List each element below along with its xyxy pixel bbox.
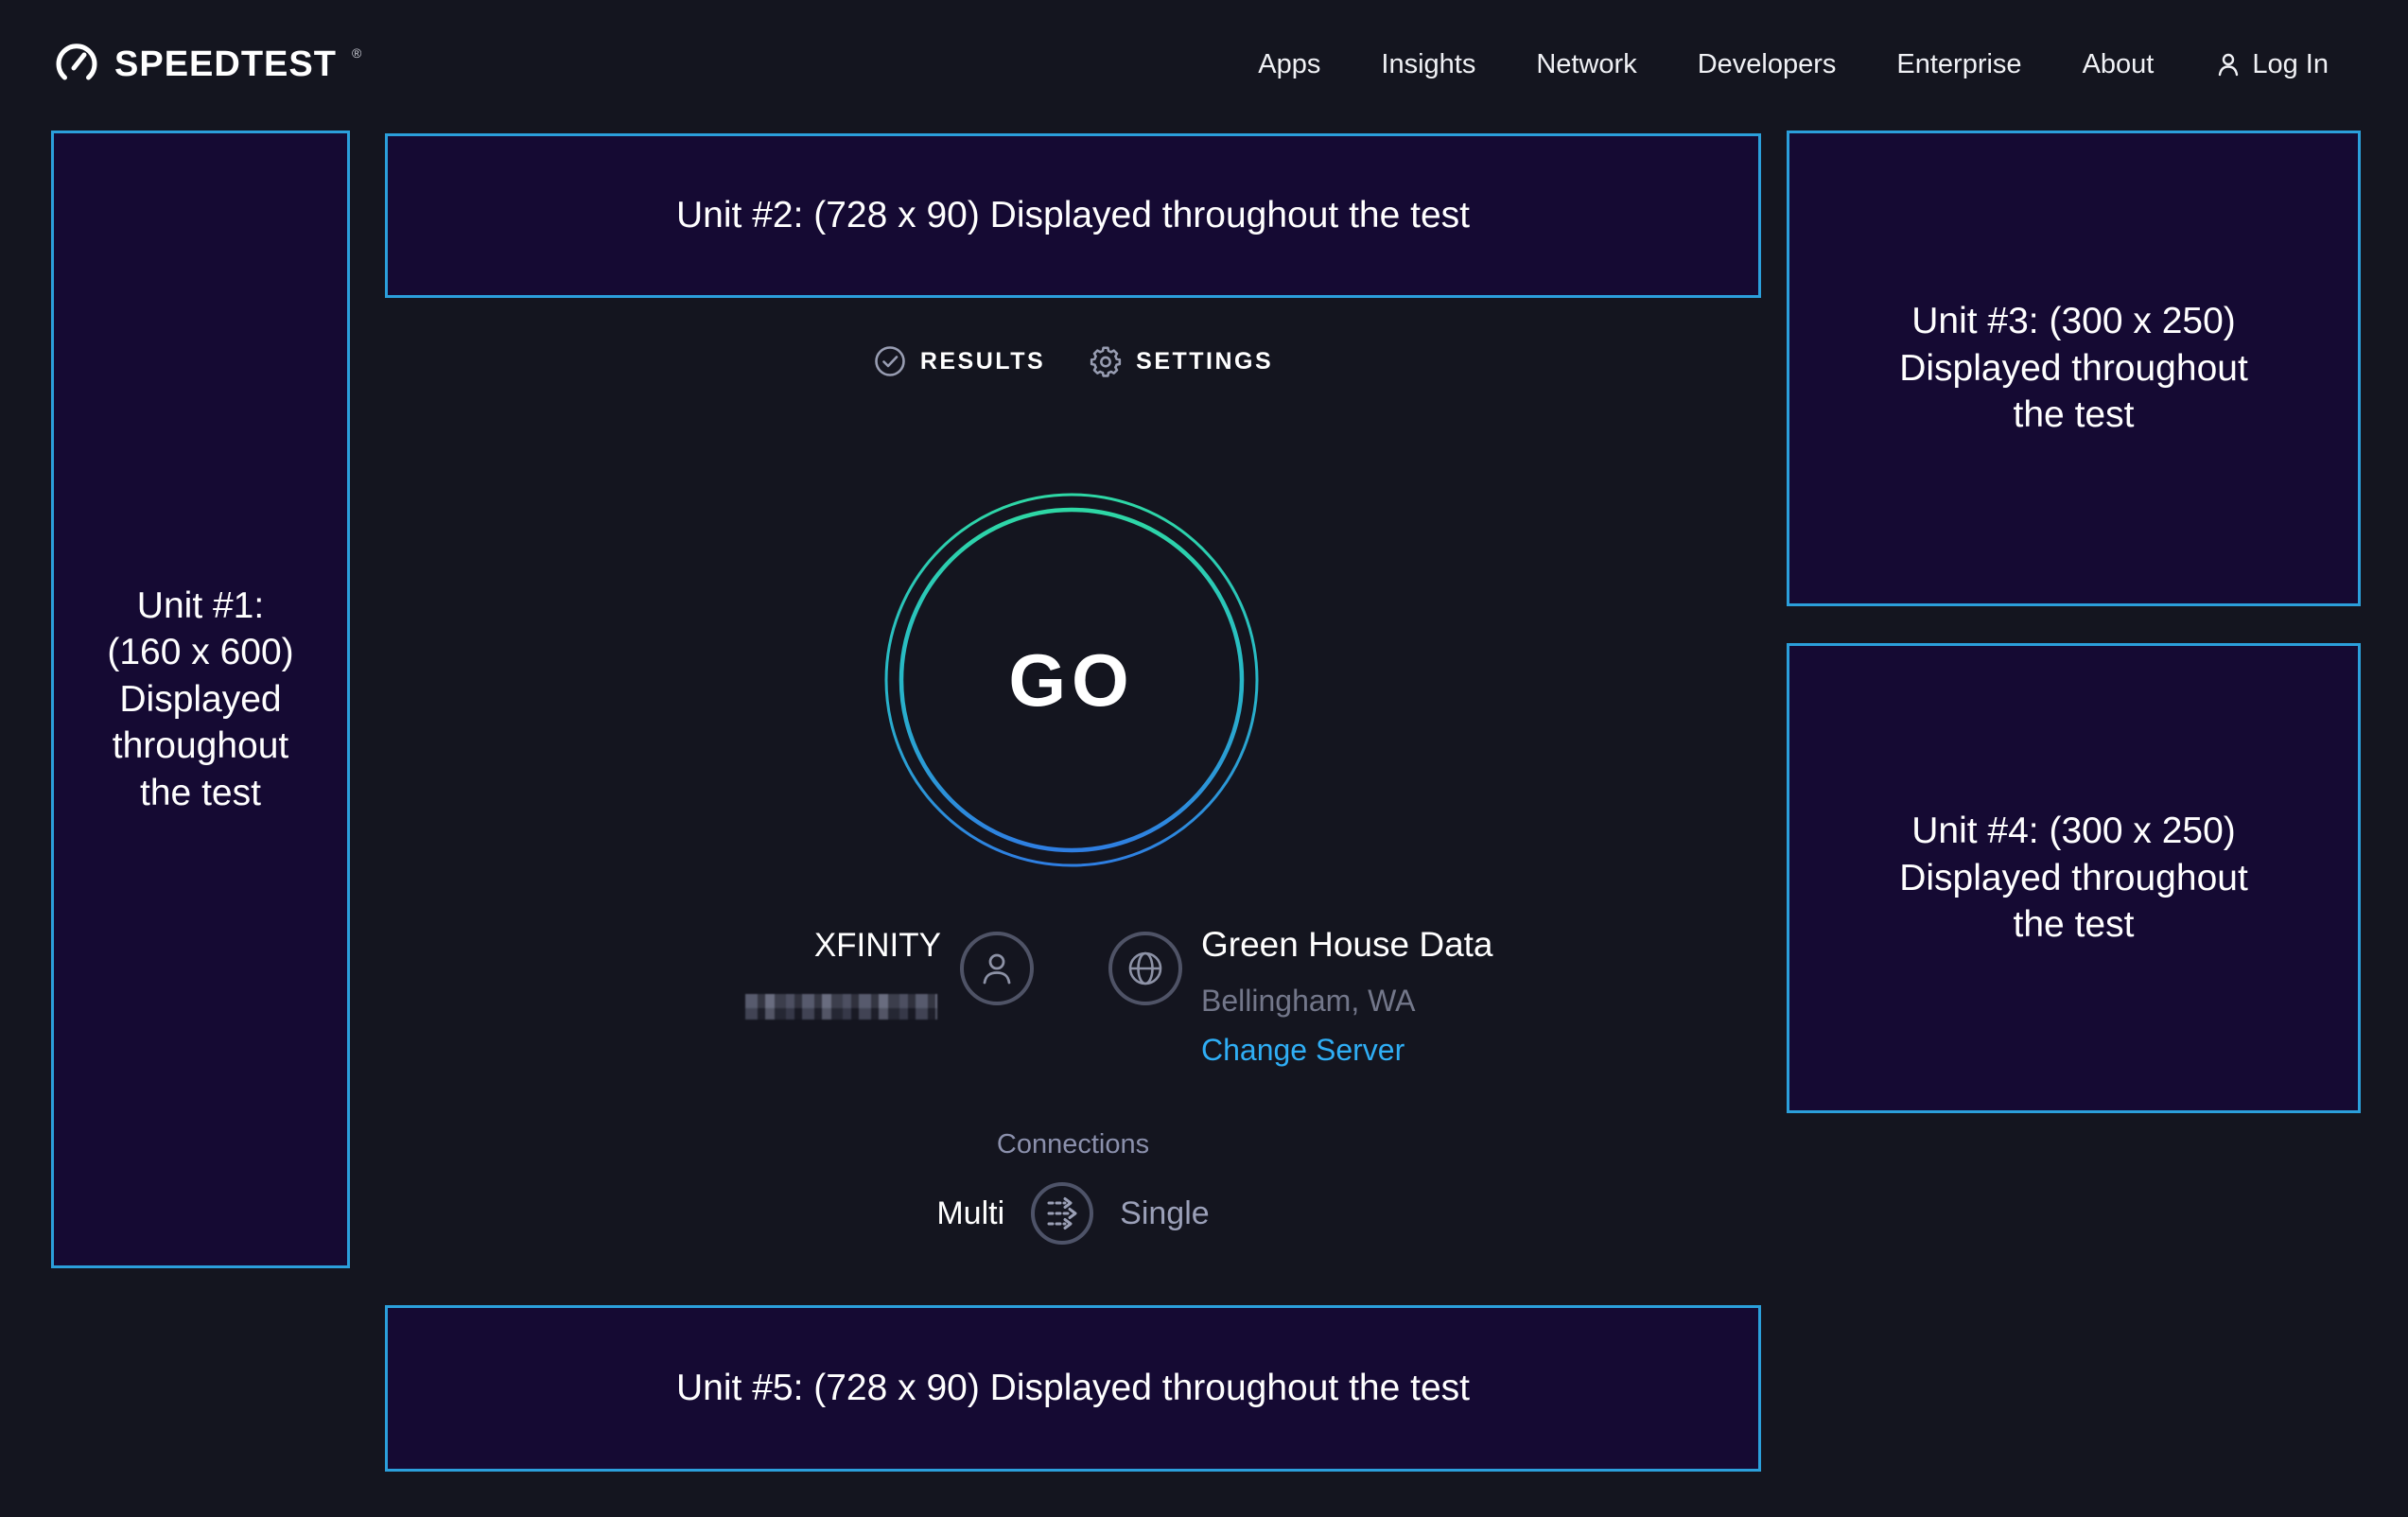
ad-unit-4[interactable]: Unit #4: (300 x 250) Displayed throughou… (1787, 643, 2361, 1113)
check-circle-icon (873, 344, 907, 378)
nav-item-enterprise[interactable]: Enterprise (1896, 49, 2021, 80)
go-label: GO (878, 486, 1265, 874)
nav-item-network[interactable]: Network (1536, 49, 1636, 80)
change-server-link[interactable]: Change Server (1201, 1033, 1405, 1068)
login-button[interactable]: Log In (2214, 49, 2329, 80)
connections-label: Connections (385, 1129, 1761, 1160)
logo-text: SPEEDTEST (114, 44, 337, 85)
server-name: Green House Data (1201, 925, 1493, 965)
ad-unit-5[interactable]: Unit #5: (728 x 90) Displayed throughout… (385, 1305, 1761, 1472)
tab-results-label: RESULTS (920, 348, 1045, 375)
ip-address-redacted (745, 994, 937, 1020)
isp-name: XFINITY (653, 927, 941, 965)
ad-unit-4-label: Unit #4: (300 x 250) Displayed throughou… (1876, 808, 2273, 949)
nav-item-about[interactable]: About (2083, 49, 2155, 80)
ad-unit-3-label: Unit #3: (300 x 250) Displayed throughou… (1876, 298, 2273, 439)
nav-item-developers[interactable]: Developers (1698, 49, 1837, 80)
nav-item-apps[interactable]: Apps (1258, 49, 1320, 80)
ad-unit-1[interactable]: Unit #1: (160 x 600) Displayed throughou… (51, 131, 350, 1268)
isp-avatar (960, 932, 1034, 1005)
user-icon (2214, 50, 2242, 78)
top-nav: SPEEDTEST ® Apps Insights Network Develo… (0, 0, 2408, 129)
tab-settings-label: SETTINGS (1136, 348, 1273, 375)
connection-mode-single[interactable]: Single (1120, 1195, 1210, 1232)
tab-results[interactable]: RESULTS (873, 344, 1045, 378)
logo-trademark: ® (352, 45, 361, 61)
server-location: Bellingham, WA (1201, 984, 1415, 1019)
speedtest-logo[interactable]: SPEEDTEST ® (52, 40, 361, 89)
ad-unit-2[interactable]: Unit #2: (728 x 90) Displayed throughout… (385, 133, 1761, 298)
globe-icon (1125, 948, 1166, 989)
person-icon (977, 949, 1017, 988)
ad-unit-1-label: Unit #1: (160 x 600) Displayed throughou… (100, 583, 301, 817)
go-button[interactable]: GO (878, 486, 1265, 874)
nav-menu: Apps Insights Network Developers Enterpr… (1258, 49, 2329, 80)
ad-unit-3[interactable]: Unit #3: (300 x 250) Displayed throughou… (1787, 131, 2361, 606)
speedtest-page: SPEEDTEST ® Apps Insights Network Develo… (0, 0, 2408, 1517)
tab-settings[interactable]: SETTINGS (1089, 344, 1273, 378)
ad-unit-5-label: Unit #5: (728 x 90) Displayed throughout… (676, 1365, 1470, 1412)
connections-row: Multi Single (385, 1180, 1761, 1247)
server-avatar (1108, 932, 1182, 1005)
connection-mode-multi[interactable]: Multi (936, 1195, 1004, 1232)
gear-icon (1089, 344, 1123, 378)
nav-item-insights[interactable]: Insights (1381, 49, 1475, 80)
login-label: Log In (2252, 49, 2329, 80)
view-tabs: RESULTS SETTINGS (385, 333, 1761, 390)
multi-connection-toggle-icon[interactable] (1029, 1180, 1095, 1247)
speedtest-gauge-icon (52, 40, 101, 89)
ad-unit-2-label: Unit #2: (728 x 90) Displayed throughout… (676, 192, 1470, 239)
